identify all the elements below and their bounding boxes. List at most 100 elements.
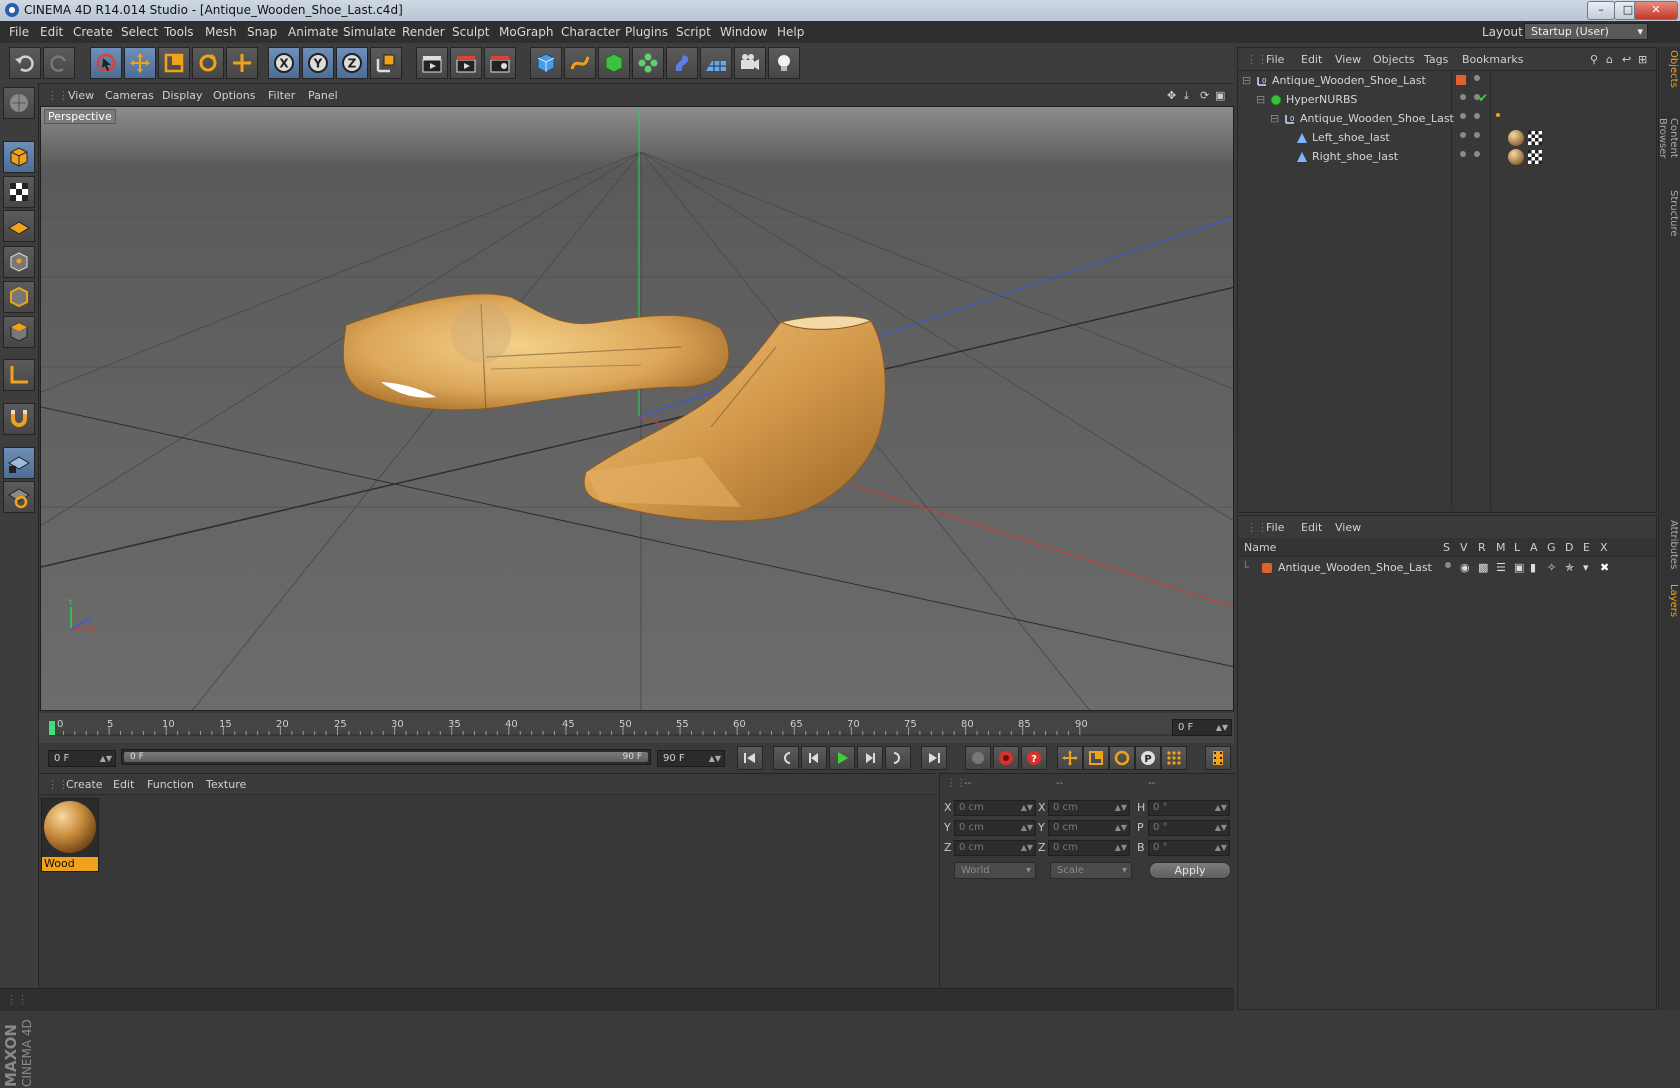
record-active-objects-button[interactable] <box>965 746 991 770</box>
material-swatch-wood[interactable]: Wood <box>41 798 99 872</box>
toggle-layout-icon[interactable]: ▣ <box>1215 89 1225 102</box>
object-row[interactable]: ⊟ HyperNURBS ✔ <box>1238 90 1656 110</box>
collapse-icon[interactable]: ⊟ <box>1270 112 1279 125</box>
column-header-deformers[interactable]: D <box>1565 541 1573 554</box>
render-icon[interactable]: ▩ <box>1478 561 1488 574</box>
home-icon[interactable]: ⌂ <box>1606 53 1613 66</box>
axis-mode-button[interactable] <box>3 359 35 391</box>
scale-tool-button[interactable] <box>158 47 190 79</box>
material-tag-icon[interactable] <box>1508 149 1524 165</box>
menu-window[interactable]: Window <box>720 25 767 39</box>
size-mode-select[interactable]: Scale ▾ <box>1050 862 1132 879</box>
edges-mode-button[interactable] <box>3 281 35 313</box>
add-deformer-button[interactable] <box>666 47 698 79</box>
add-nurbs-button[interactable] <box>598 47 630 79</box>
add-camera-button[interactable] <box>734 47 766 79</box>
add-spline-button[interactable] <box>564 47 596 79</box>
column-header-locked[interactable]: L <box>1514 541 1520 554</box>
viewport-menu-filter[interactable]: Filter <box>268 89 295 102</box>
record-rotation-button[interactable] <box>1109 746 1135 770</box>
previous-keyframe-button[interactable] <box>773 746 799 770</box>
render-settings-button[interactable] <box>484 47 516 79</box>
add-cube-button[interactable] <box>530 47 562 79</box>
menu-script[interactable]: Script <box>676 25 711 39</box>
editor-visibility-dot[interactable] <box>1460 151 1466 157</box>
menu-character[interactable]: Character <box>561 25 620 39</box>
collapse-icon[interactable]: ⊟ <box>1242 74 1251 87</box>
menu-mograph[interactable]: MoGraph <box>499 25 554 39</box>
dolly-view-icon[interactable]: ⤓ <box>1184 89 1189 103</box>
column-header-name[interactable]: Name <box>1244 541 1276 554</box>
render-visibility-dot[interactable] <box>1474 132 1480 138</box>
frame-range-handle[interactable]: 0 F 90 F <box>124 752 648 762</box>
visibility-dot[interactable] <box>1474 75 1480 81</box>
material-menu-function[interactable]: Function <box>147 778 194 791</box>
previous-frame-button[interactable] <box>801 746 827 770</box>
record-parameter-button[interactable]: P <box>1135 746 1161 770</box>
current-frame-field[interactable]: 0 F ▲▼ <box>1172 719 1232 736</box>
menu-animate[interactable]: Animate <box>288 25 338 39</box>
lock-icon[interactable]: ▣ <box>1514 561 1524 574</box>
object-row[interactable]: ⊟ 0 Antique_Wooden_Shoe_Last <box>1238 109 1656 129</box>
snap-button[interactable] <box>3 403 35 435</box>
live-selection-button[interactable] <box>90 47 122 79</box>
x-axis-lock-button[interactable]: X <box>268 47 300 79</box>
manager-icon[interactable]: ☰ <box>1496 561 1506 574</box>
column-header-solo[interactable]: S <box>1443 541 1450 554</box>
next-keyframe-button[interactable] <box>885 746 911 770</box>
object-row[interactable]: Right_shoe_last <box>1238 147 1656 167</box>
menu-simulate[interactable]: Simulate <box>343 25 396 39</box>
z-axis-lock-button[interactable]: Z <box>336 47 368 79</box>
layer-color-swatch[interactable] <box>1262 563 1272 573</box>
search-icon[interactable]: ⚲ <box>1590 53 1598 66</box>
timeline-ruler[interactable]: 0 5 10 15 20 25 30 35 40 45 50 55 60 65 … <box>39 713 1234 743</box>
render-view-button[interactable] <box>416 47 448 79</box>
column-header-generators[interactable]: G <box>1547 541 1556 554</box>
keyframe-selection-button[interactable]: ? <box>1021 746 1047 770</box>
tab-structure[interactable]: Structure <box>1661 187 1679 239</box>
eye-icon[interactable]: ◉ <box>1460 561 1470 574</box>
record-scale-button[interactable] <box>1083 746 1109 770</box>
orbit-view-icon[interactable]: ⟳ <box>1200 89 1209 102</box>
rotate-tool-button[interactable] <box>192 47 224 79</box>
size-y-field[interactable]: 0 cm ▲▼ <box>1048 820 1130 836</box>
polygons-mode-button[interactable] <box>3 316 35 348</box>
objects-menu-tags[interactable]: Tags <box>1424 53 1448 66</box>
viewport-menu-display[interactable]: Display <box>162 89 203 102</box>
close-button[interactable]: ✕ <box>1634 1 1678 20</box>
go-to-start-button[interactable] <box>737 746 763 770</box>
uvw-tag-icon[interactable] <box>1528 131 1542 145</box>
menu-sculpt[interactable]: Sculpt <box>452 25 489 39</box>
viewport-menu-view[interactable]: View <box>68 89 94 102</box>
rotation-h-field[interactable]: 0 ° ▲▼ <box>1148 800 1230 816</box>
y-axis-lock-button[interactable]: Y <box>302 47 334 79</box>
uvw-tag-icon[interactable] <box>1528 150 1542 164</box>
tab-objects[interactable]: Objects <box>1661 49 1679 89</box>
position-y-field[interactable]: 0 cm ▲▼ <box>954 820 1036 836</box>
objects-menu-file[interactable]: File <box>1266 53 1284 66</box>
new-view-icon[interactable]: ⊞ <box>1638 53 1647 66</box>
objects-menu-objects[interactable]: Objects <box>1373 53 1415 66</box>
menu-file[interactable]: File <box>9 25 29 39</box>
pan-view-icon[interactable]: ✥ <box>1167 89 1176 102</box>
go-to-end-button[interactable] <box>921 746 947 770</box>
animation-icon[interactable]: ▮ <box>1530 561 1536 574</box>
layers-menu-view[interactable]: View <box>1335 521 1361 534</box>
position-z-field[interactable]: 0 cm ▲▼ <box>954 840 1036 856</box>
layer-row[interactable]: └ Antique_Wooden_Shoe_Last ◉ ▩ ☰ ▣ ▮ ✧ ✯… <box>1238 558 1656 578</box>
editor-visibility-dot[interactable] <box>1460 94 1466 100</box>
play-forward-button[interactable] <box>829 746 855 770</box>
objects-menu-edit[interactable]: Edit <box>1301 53 1322 66</box>
coordinate-system-button[interactable] <box>370 47 402 79</box>
tab-layers[interactable]: Layers <box>1661 581 1679 621</box>
editor-visibility-dot[interactable] <box>1460 132 1466 138</box>
rotation-b-field[interactable]: 0 ° ▲▼ <box>1148 840 1230 856</box>
collapse-icon[interactable]: ⊟ <box>1256 93 1265 106</box>
record-position-button[interactable] <box>1057 746 1083 770</box>
column-header-animation[interactable]: A <box>1530 541 1538 554</box>
viewport-menu-panel[interactable]: Panel <box>308 89 338 102</box>
viewport-menu-options[interactable]: Options <box>213 89 255 102</box>
material-tag-icon[interactable] <box>1508 130 1524 146</box>
undo-button[interactable] <box>9 47 41 79</box>
column-header-manager[interactable]: M <box>1496 541 1506 554</box>
